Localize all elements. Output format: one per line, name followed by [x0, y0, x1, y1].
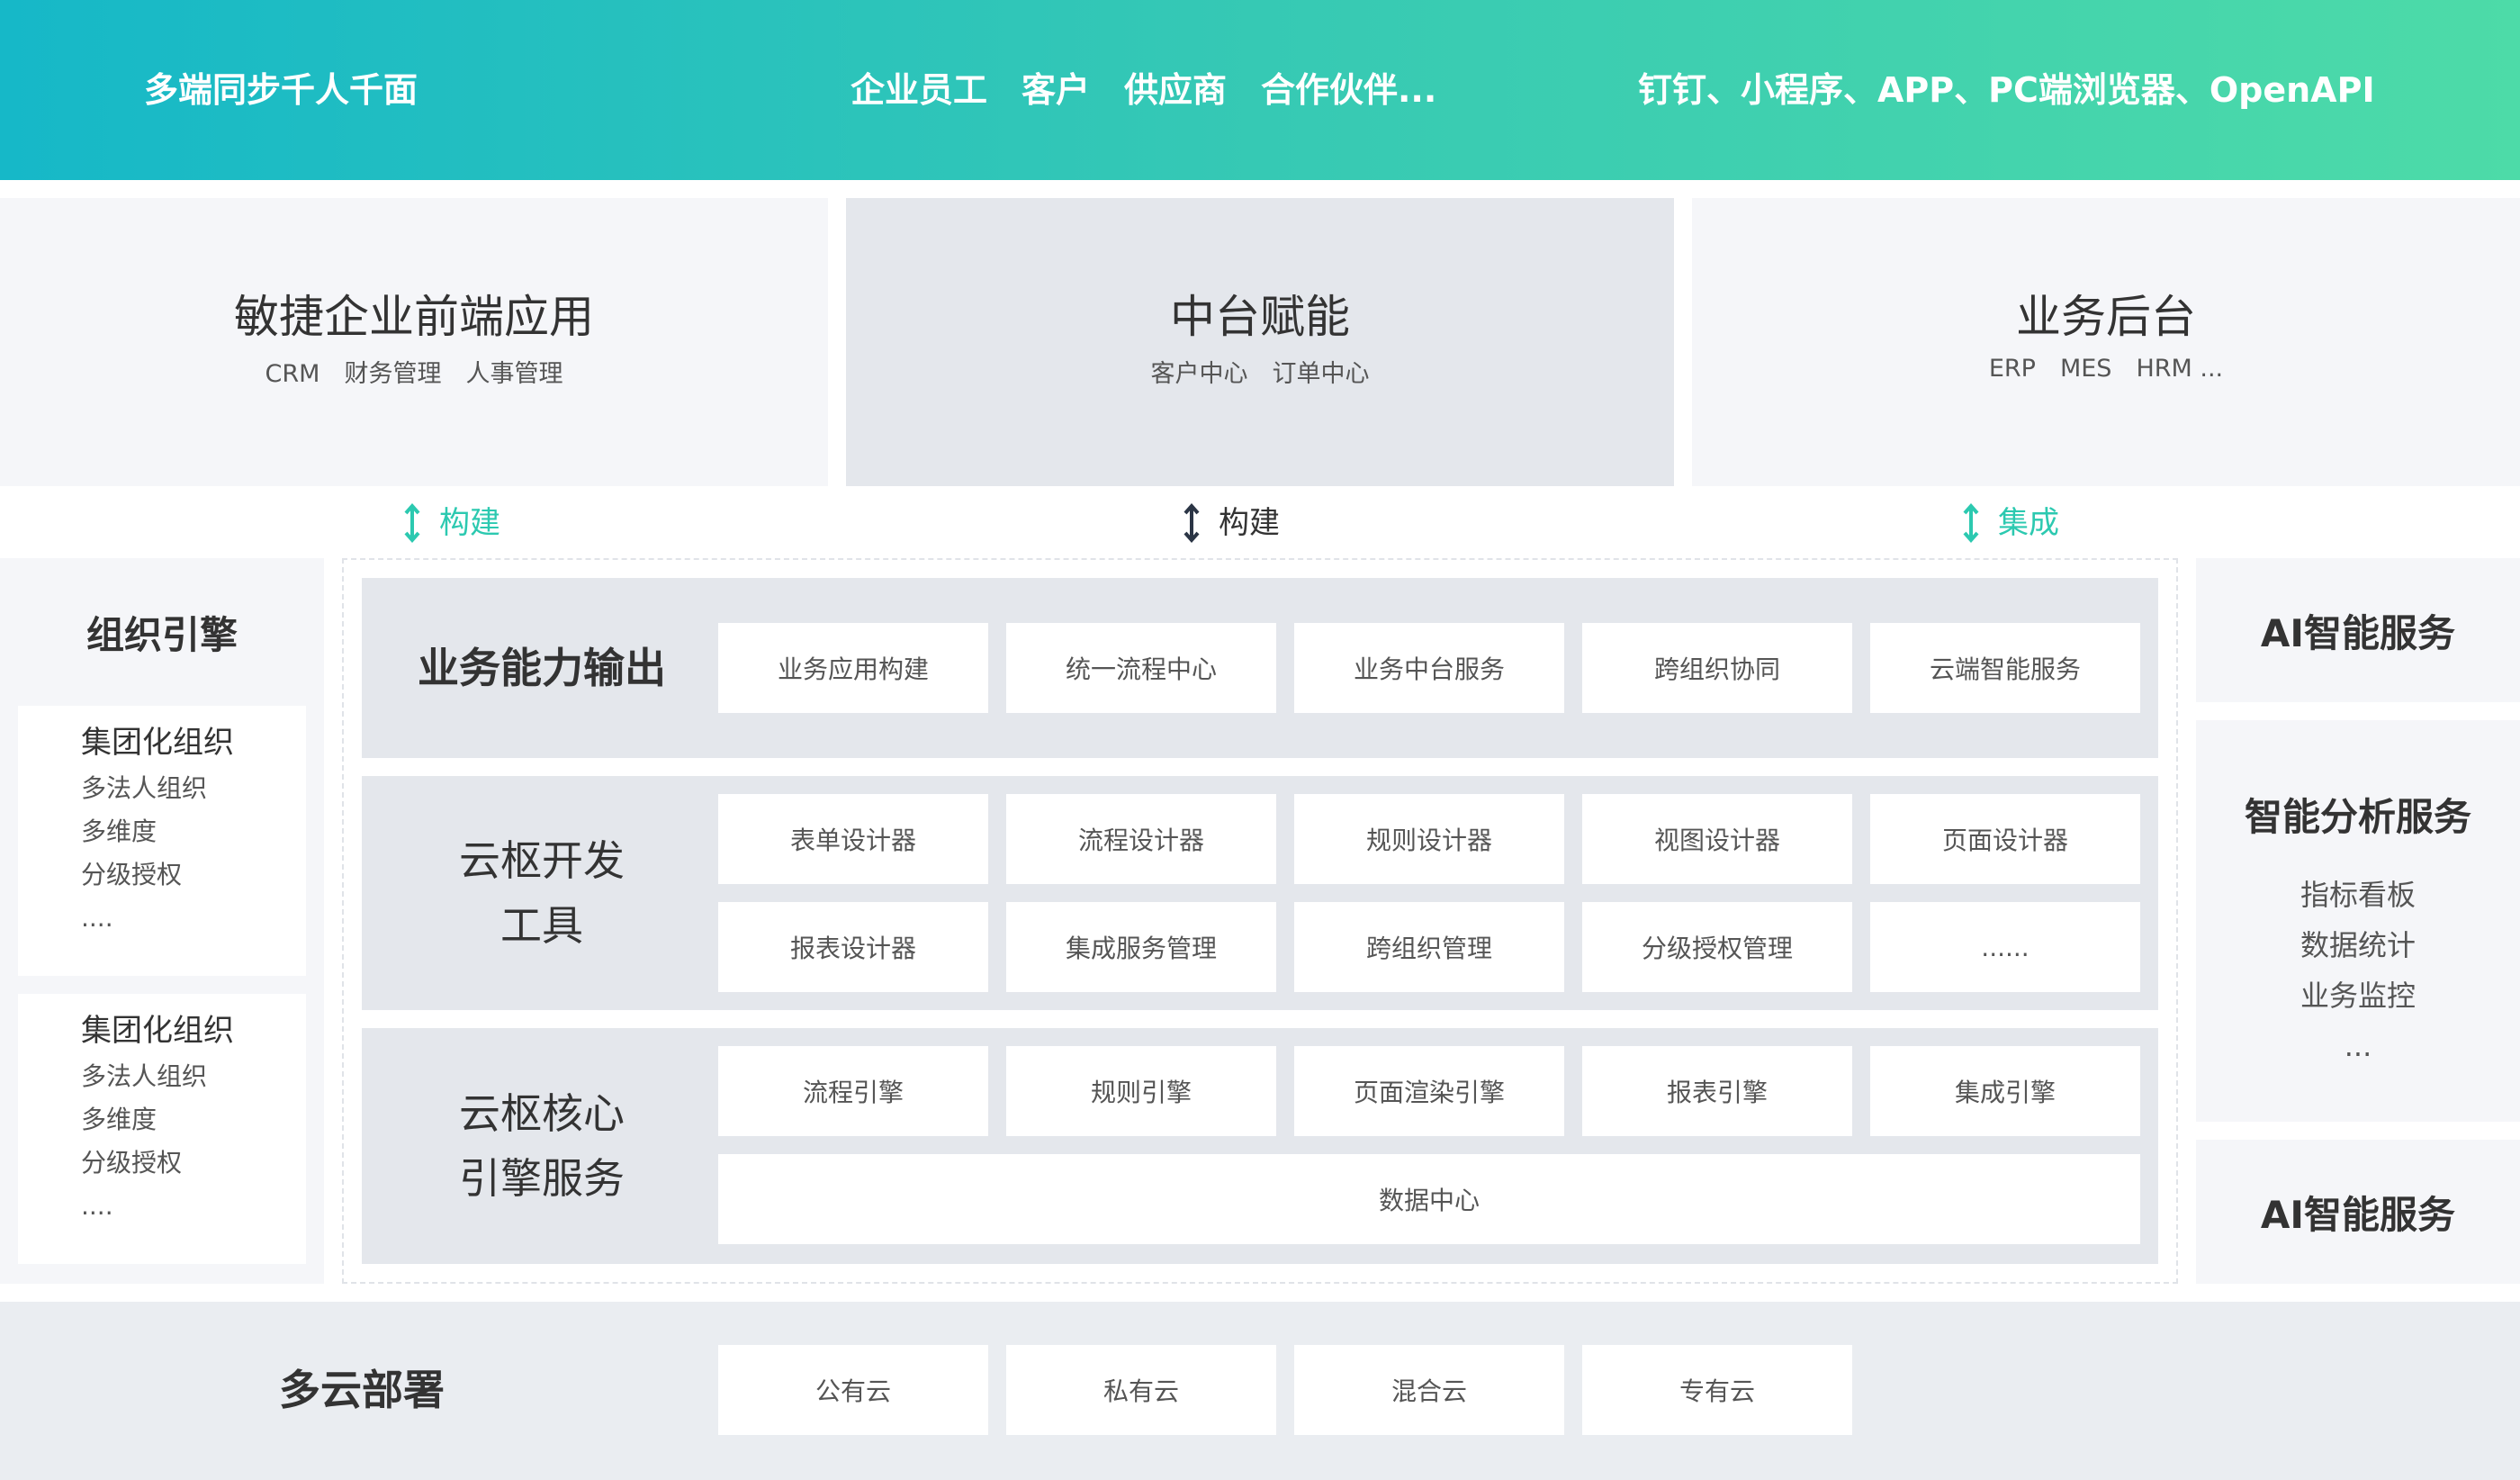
connector-label: 集成	[1998, 505, 2059, 541]
org-card: 集团化组织 多法人组织 多维度 分级授权 ....	[18, 706, 306, 976]
panel-middle-platform: 中台赋能 客户中心 订单中心	[846, 198, 1674, 486]
panel-title: 业务后台	[2016, 291, 2196, 343]
ai-service-title: AI智能服务	[2260, 1192, 2456, 1237]
ai-service-title: AI智能服务	[2260, 610, 2456, 655]
org-engine-column: 组织引擎 集团化组织 多法人组织 多维度 分级授权 .... 集团化组织 多法人…	[0, 558, 324, 1284]
row-label: 云枢开发 工具	[362, 776, 722, 1010]
panel-backend: 业务后台 ERP MES HRM ...	[1692, 198, 2520, 486]
multi-cloud-panel: 多云部署 公有云 私有云 混合云 专有云	[0, 1302, 2520, 1480]
banner-left-text: 多端同步千人千面	[144, 70, 418, 110]
multi-cloud-label: 多云部署	[279, 1366, 445, 1414]
panel-subtitle: CRM 财务管理 人事管理	[265, 360, 563, 388]
designer-cell: 报表设计器	[718, 902, 988, 992]
designer-cell: ......	[1870, 902, 2140, 992]
org-card-item: ....	[81, 903, 113, 933]
double-arrow-icon	[404, 502, 420, 544]
banner-right-text: 钉钉、小程序、APP、PC端浏览器、OpenAPI	[1638, 70, 2375, 110]
designer-cell: 跨组织管理	[1294, 902, 1564, 992]
org-card-item: 多法人组织	[81, 1061, 208, 1091]
org-card-heading: 集团化组织	[81, 1013, 234, 1049]
engine-cell: 报表引擎	[1582, 1046, 1852, 1136]
analytics-item: 数据统计	[2300, 928, 2416, 962]
org-engine-title: 组织引擎	[86, 613, 238, 657]
designer-cell: 分级授权管理	[1582, 902, 1852, 992]
org-card: 集团化组织 多法人组织 多维度 分级授权 ....	[18, 994, 306, 1264]
analytics-item: 业务监控	[2300, 979, 2416, 1013]
panel-subtitle: 客户中心 订单中心	[1150, 360, 1370, 388]
connector-integrate-right: 集成	[1962, 501, 2059, 546]
panel-title: 中台赋能	[1170, 291, 1350, 343]
data-center-cell: 数据中心	[718, 1154, 2140, 1244]
smart-analytics-panel: 智能分析服务 指标看板 数据统计 业务监控 ...	[2196, 720, 2520, 1122]
row-core-engines: 云枢核心 引擎服务 流程引擎 规则引擎 页面渲染引擎 报表引擎 集成引擎 数据中…	[362, 1028, 2158, 1264]
connector-label: 构建	[439, 505, 500, 541]
panel-title: 敏捷企业前端应用	[234, 291, 594, 343]
engine-cell: 流程引擎	[718, 1046, 988, 1136]
cloud-cell: 专有云	[1582, 1345, 1852, 1435]
designer-cell: 规则设计器	[1294, 794, 1564, 884]
row-dev-tools: 云枢开发 工具 表单设计器 流程设计器 规则设计器 视图设计器 页面设计器 报表…	[362, 776, 2158, 1010]
banner-mid-text: 企业员工 客户 供应商 合作伙伴...	[850, 70, 1437, 110]
org-card-item: 分级授权	[81, 860, 183, 889]
row-label-line: 工具	[500, 901, 583, 950]
capability-cell: 业务应用构建	[718, 623, 988, 713]
capability-cell: 云端智能服务	[1870, 623, 2140, 713]
ai-service-bottom: AI智能服务	[2196, 1140, 2520, 1284]
panel-subtitle: ERP MES HRM ...	[1988, 355, 2224, 383]
analytics-item: ...	[2344, 1029, 2372, 1063]
connector-build-left: 构建	[403, 501, 500, 546]
designer-cell: 视图设计器	[1582, 794, 1852, 884]
engine-cell: 页面渲染引擎	[1294, 1046, 1564, 1136]
row-label-line: 引擎服务	[459, 1154, 625, 1203]
capability-cell: 跨组织协同	[1582, 623, 1852, 713]
row-business-capability: 业务能力输出 业务应用构建 统一流程中心 业务中台服务 跨组织协同 云端智能服务	[362, 578, 2158, 758]
org-card-item: 多维度	[81, 1105, 158, 1134]
ai-service-top: AI智能服务	[2196, 558, 2520, 702]
engine-cell: 规则引擎	[1006, 1046, 1276, 1136]
org-card-heading: 集团化组织	[81, 725, 234, 761]
designer-cell: 表单设计器	[718, 794, 988, 884]
org-card-item: ....	[81, 1191, 113, 1221]
row-label-line: 云枢核心	[459, 1089, 625, 1138]
smart-analytics-title: 智能分析服务	[2244, 795, 2471, 839]
org-card-item: 分级授权	[81, 1148, 183, 1178]
designer-cell: 集成服务管理	[1006, 902, 1276, 992]
capability-cell: 业务中台服务	[1294, 623, 1564, 713]
row-label-line: 云枢开发	[459, 836, 625, 885]
double-arrow-icon	[1184, 502, 1200, 544]
engine-cell: 集成引擎	[1870, 1046, 2140, 1136]
connector-build-center: 构建	[1183, 501, 1280, 546]
connector-label: 构建	[1219, 505, 1280, 541]
cloud-cell: 公有云	[718, 1345, 988, 1435]
top-banner: 多端同步千人千面 企业员工 客户 供应商 合作伙伴... 钉钉、小程序、APP、…	[0, 0, 2520, 180]
cloud-cell: 混合云	[1294, 1345, 1564, 1435]
panel-frontend-apps: 敏捷企业前端应用 CRM 财务管理 人事管理	[0, 198, 828, 486]
cloud-cell: 私有云	[1006, 1345, 1276, 1435]
analytics-item: 指标看板	[2300, 878, 2416, 912]
capability-cell: 统一流程中心	[1006, 623, 1276, 713]
row-label: 云枢核心 引擎服务	[362, 1028, 722, 1264]
org-card-item: 多维度	[81, 817, 158, 846]
row-label: 业务能力输出	[418, 644, 666, 692]
org-card-item: 多法人组织	[81, 773, 208, 803]
designer-cell: 流程设计器	[1006, 794, 1276, 884]
designer-cell: 页面设计器	[1870, 794, 2140, 884]
double-arrow-icon	[1963, 502, 1979, 544]
